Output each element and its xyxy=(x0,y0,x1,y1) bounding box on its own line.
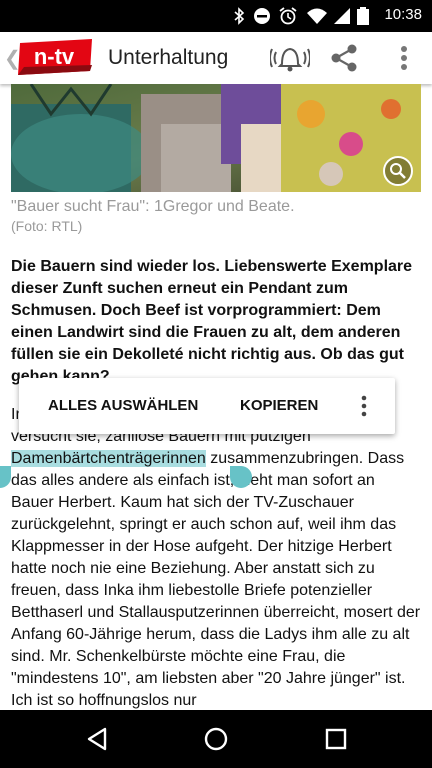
text-selection-toolbar: ALLES AUSWÄHLEN KOPIEREN xyxy=(19,378,395,434)
share-icon[interactable] xyxy=(328,42,360,74)
back-triangle-icon[interactable] xyxy=(83,725,111,753)
page-title: Unterhaltung xyxy=(108,46,229,69)
svg-text:n-tv: n-tv xyxy=(34,44,75,69)
image-credit: (Foto: RTL) xyxy=(11,218,83,234)
zoom-icon[interactable] xyxy=(383,156,413,186)
body-text: zusammenzubringen. Dass das alles andere… xyxy=(11,450,421,709)
article-image[interactable] xyxy=(11,84,421,192)
app-bar: ❮ n-tv Unterhaltung xyxy=(0,32,432,84)
copy-button[interactable]: KOPIEREN xyxy=(240,397,318,414)
battery-icon xyxy=(357,7,369,25)
article-lead: Die Bauern sind wieder los. Liebenswerte… xyxy=(11,258,413,385)
selected-text[interactable]: Damenbärtchenträgerinnen xyxy=(11,450,206,467)
image-caption: "Bauer sucht Frau": 1Gregor und Beate. xyxy=(11,198,295,215)
home-circle-icon[interactable] xyxy=(202,725,230,753)
ntv-logo[interactable]: n-tv xyxy=(16,37,96,77)
clock: 10:38 xyxy=(384,6,422,23)
selection-end-handle[interactable] xyxy=(230,466,252,488)
recents-square-icon[interactable] xyxy=(322,725,350,753)
bluetooth-icon xyxy=(234,7,245,25)
signal-icon xyxy=(334,8,350,24)
status-bar: 10:38 xyxy=(0,0,432,32)
article-body: In versucht sie, zahllose Bauern mit put… xyxy=(11,404,421,710)
do-not-disturb-icon xyxy=(254,8,270,24)
overflow-menu-icon[interactable] xyxy=(388,42,420,74)
selection-start-handle[interactable] xyxy=(0,466,11,488)
wifi-icon xyxy=(307,8,327,24)
bell-ringing-icon[interactable] xyxy=(270,42,310,74)
select-all-button[interactable]: ALLES AUSWÄHLEN xyxy=(48,397,198,414)
navigation-bar xyxy=(0,710,432,768)
more-vertical-icon[interactable] xyxy=(354,394,374,418)
body-paragraph: Damenbärtchenträgerinnen zusammenzubring… xyxy=(11,448,421,710)
alarm-icon xyxy=(279,7,297,25)
